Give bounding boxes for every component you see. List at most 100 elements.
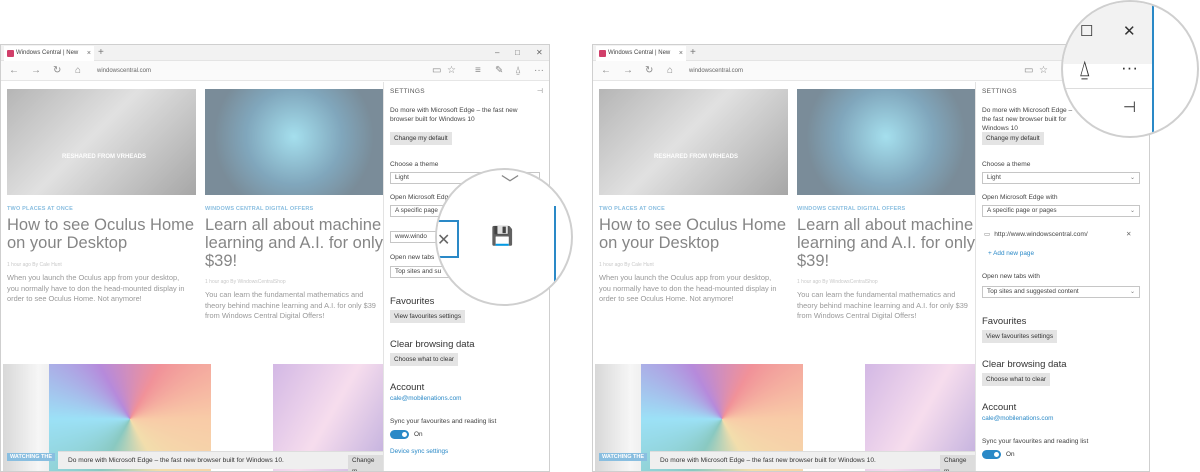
share-icon[interactable]: ⍙ (1078, 56, 1091, 82)
article-meta: 1 hour ago By Cale Hunt (599, 262, 654, 268)
address-bar[interactable]: windowscentral.com (689, 65, 743, 77)
article-headline[interactable]: Learn all about machine learning and A.I… (205, 216, 383, 270)
minimize-icon[interactable]: – (495, 45, 499, 60)
article-meta: 1 hour ago By Cale Hunt (7, 262, 62, 268)
add-new-page-link[interactable]: + Add new page (988, 250, 1034, 257)
open-with-select[interactable]: A specific page or pages ⌄ (982, 205, 1140, 217)
home-icon[interactable]: ⌂ (667, 64, 673, 78)
maximize-icon[interactable]: ☐ (1080, 22, 1093, 40)
banner-text: Do more with Microsoft Edge – the fast n… (68, 457, 284, 464)
choose-clear-button[interactable]: Choose what to clear (390, 353, 459, 366)
close-icon[interactable]: ✕ (437, 230, 450, 250)
device-sync-link[interactable]: Device sync settings (390, 448, 448, 455)
article-body: When you launch the Oculus app from your… (599, 273, 777, 303)
theme-label: Choose a theme (390, 161, 439, 168)
open-with-value: A specific page or pages (987, 207, 1057, 214)
clear-data-heading: Clear browsing data (390, 339, 475, 350)
favorite-star-icon[interactable]: ☆ (1039, 64, 1048, 78)
more-icon[interactable]: ··· (534, 64, 544, 78)
new-tab-icon[interactable]: + (98, 45, 104, 60)
new-tabs-select[interactable]: Top sites and suggested content ⌄ (982, 286, 1140, 298)
tab-title: Windows Central | New (608, 50, 671, 56)
account-heading: Account (982, 402, 1017, 413)
refresh-icon[interactable]: ↻ (645, 64, 653, 78)
chevron-down-icon: ⌄ (1129, 208, 1135, 214)
change-default-button[interactable]: Change my default (982, 132, 1044, 145)
page-content: RESHARED FROM VRHEADS TWO PLACES AT ONCE… (1, 82, 383, 471)
tab-title: Windows Central | New (16, 50, 79, 56)
article-image-ai[interactable] (797, 89, 975, 195)
article-headline[interactable]: How to see Oculus Home on your Desktop (599, 216, 789, 252)
tab-windows-central[interactable]: Windows Central | New × (596, 46, 686, 61)
settings-title: SETTINGS (390, 88, 425, 95)
article-kicker[interactable]: WINDOWS CENTRAL DIGITAL OFFERS (205, 206, 313, 212)
view-favourites-button[interactable]: View favourites settings (390, 310, 466, 323)
article-image-vr[interactable]: RESHARED FROM VRHEADS (599, 89, 788, 195)
tab-close-icon[interactable]: × (679, 46, 683, 61)
remove-page-icon[interactable]: ✕ (1126, 230, 1132, 239)
scroll-indicator (1152, 2, 1154, 136)
sync-toggle[interactable] (390, 430, 409, 439)
forward-icon[interactable]: → (31, 64, 41, 78)
choose-clear-button[interactable]: Choose what to clear (982, 373, 1051, 386)
new-tabs-label: Open new tabs (390, 254, 435, 261)
page-url-text: ▭ http://www.windowscentral.com/ (984, 230, 1088, 239)
tab-close-icon[interactable]: × (87, 46, 91, 61)
sync-label: Sync your favourites and reading list (982, 438, 1089, 445)
theme-select[interactable]: Light ⌄ (982, 172, 1140, 184)
change-default-button[interactable]: Change my default (390, 132, 452, 145)
reading-view-icon[interactable]: ▭ (1024, 64, 1033, 78)
favicon-icon (7, 50, 14, 57)
notes-icon[interactable]: ✎ (495, 64, 503, 78)
favorite-star-icon[interactable]: ☆ (447, 64, 456, 78)
share-icon[interactable]: ⍙ (515, 64, 521, 78)
close-window-icon[interactable]: ✕ (1123, 22, 1136, 40)
back-icon[interactable]: ← (9, 64, 19, 78)
page-url-value: www.windo (395, 233, 427, 240)
maximize-icon[interactable]: □ (515, 45, 520, 60)
sync-toggle[interactable] (982, 450, 1001, 459)
new-tab-icon[interactable]: + (690, 45, 696, 60)
article-body: When you launch the Oculus app from your… (7, 273, 185, 303)
banner-change-button[interactable]: Change m (940, 455, 975, 471)
theme-label: Choose a theme (982, 161, 1031, 168)
article-kicker[interactable]: WINDOWS CENTRAL DIGITAL OFFERS (797, 206, 905, 212)
account-email-link[interactable]: cale@mobilenations.com (982, 415, 1054, 422)
home-icon[interactable]: ⌂ (75, 64, 81, 78)
pin-icon[interactable]: ⊣ (1123, 98, 1136, 116)
article-kicker[interactable]: TWO PLACES AT ONCE (599, 206, 665, 212)
pin-icon[interactable]: ⊣ (537, 87, 543, 95)
page-content: RESHARED FROM VRHEADS TWO PLACES AT ONCE… (593, 82, 975, 471)
favourites-heading: Favourites (390, 296, 435, 307)
divider (1063, 88, 1153, 89)
save-icon[interactable]: 💾 (491, 226, 513, 247)
article-headline[interactable]: How to see Oculus Home on your Desktop (7, 216, 197, 252)
new-tabs-value: Top sites and su (395, 268, 442, 275)
article-headline[interactable]: Learn all about machine learning and A.I… (797, 216, 975, 270)
watching-kicker[interactable]: WATCHING THE (7, 453, 56, 461)
back-icon[interactable]: ← (601, 64, 611, 78)
article-image-ai[interactable] (205, 89, 383, 195)
article-image-vr[interactable]: RESHARED FROM VRHEADS (7, 89, 196, 195)
close-window-icon[interactable]: ✕ (536, 45, 543, 60)
forward-icon[interactable]: → (623, 64, 633, 78)
refresh-icon[interactable]: ↻ (53, 64, 61, 78)
watching-kicker[interactable]: WATCHING THE (599, 453, 648, 461)
hub-icon[interactable]: ≡ (475, 64, 481, 78)
title-bar-zoom (1063, 2, 1153, 64)
view-favourites-button[interactable]: View favourites settings (982, 330, 1058, 343)
account-email-link[interactable]: cale@mobilenations.com (390, 395, 462, 402)
banner-change-button[interactable]: Change m (348, 455, 383, 471)
more-icon[interactable]: ··· (1121, 58, 1138, 78)
page-url-value: http://www.windowscentral.com/ (994, 231, 1088, 238)
article-kicker[interactable]: TWO PLACES AT ONCE (7, 206, 73, 212)
sync-label: Sync your favourites and reading list (390, 418, 497, 425)
reading-view-icon[interactable]: ▭ (432, 64, 441, 78)
favicon-icon (599, 50, 606, 57)
account-heading: Account (390, 382, 425, 393)
address-bar[interactable]: windowscentral.com (97, 65, 151, 77)
edge-promo-banner: Do more with Microsoft Edge – the fast n… (58, 451, 383, 471)
tab-windows-central[interactable]: Windows Central | New × (4, 46, 94, 61)
tab-bar: Windows Central | New × + – □ ✕ (1, 45, 549, 61)
chevron-down-icon[interactable]: ﹀ (501, 170, 519, 196)
